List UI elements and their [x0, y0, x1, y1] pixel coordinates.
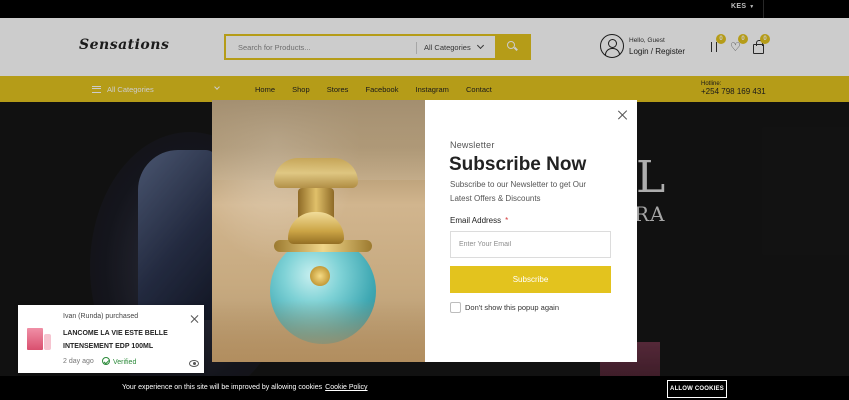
eye-icon[interactable] — [189, 360, 199, 367]
close-icon[interactable] — [616, 108, 630, 122]
verified-badge: Verified — [102, 357, 136, 366]
email-field[interactable] — [450, 231, 611, 258]
newsletter-popup: Newsletter Subscribe Now Subscribe to ou… — [212, 100, 637, 362]
notification-close-icon[interactable] — [190, 314, 200, 324]
allow-cookies-button[interactable]: ALLOW COOKIES — [667, 380, 727, 398]
dont-show-label[interactable]: Don't show this popup again — [465, 303, 559, 312]
purchaser-text: Ivan (Runda) purchased — [63, 313, 139, 320]
cookie-bar: Your experience on this site will be imp… — [0, 376, 849, 400]
newsletter-description: Subscribe to our Newsletter to get Our L… — [450, 180, 587, 203]
newsletter-title: Subscribe Now — [449, 154, 587, 175]
cookie-policy-link[interactable]: Cookie Policy — [325, 384, 367, 391]
checkmark-icon — [102, 357, 110, 365]
purchase-time: 2 day ago — [63, 358, 94, 365]
product-name[interactable]: LANCOME LA VIE ESTE BELLE INTENSEMENT ED… — [63, 327, 183, 353]
dont-show-checkbox[interactable] — [450, 302, 461, 313]
required-mark: * — [505, 216, 509, 225]
product-thumbnail — [24, 323, 54, 353]
purchase-notification[interactable]: Ivan (Runda) purchased LANCOME LA VIE ES… — [18, 305, 204, 373]
newsletter-eyebrow: Newsletter — [450, 140, 495, 150]
subscribe-button[interactable]: Subscribe — [450, 266, 611, 293]
cookie-message: Your experience on this site will be imp… — [122, 384, 368, 391]
newsletter-image — [212, 100, 425, 362]
email-label: Email Address * — [450, 216, 509, 225]
